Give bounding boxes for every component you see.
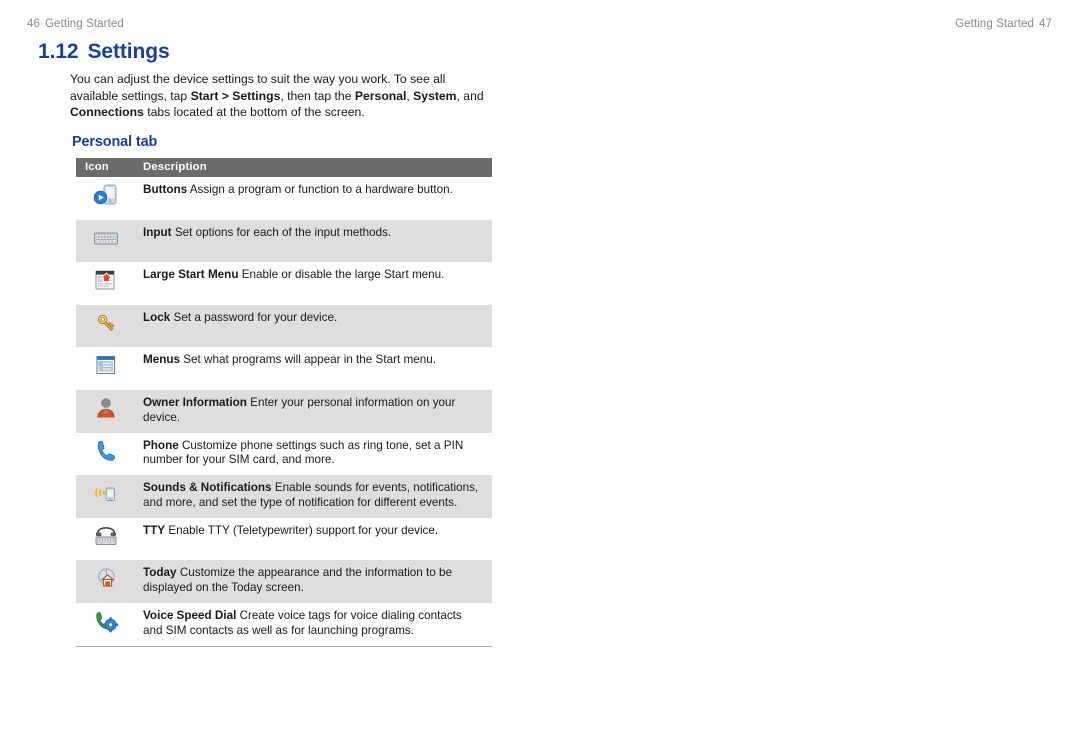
section-title: Settings bbox=[87, 40, 170, 63]
row-icon-cell bbox=[76, 475, 133, 518]
row-icon-cell bbox=[76, 560, 133, 603]
row-icon-cell bbox=[76, 347, 133, 390]
row-description-cell: Today Customize the appearance and the i… bbox=[133, 560, 492, 603]
phone-handset-icon bbox=[93, 438, 119, 464]
row-description-text: Set options for each of the input method… bbox=[174, 225, 392, 239]
row-description-text: Customize the appearance and the informa… bbox=[143, 566, 453, 594]
table-header-row: Icon Description bbox=[76, 158, 492, 177]
input-keyboard-icon bbox=[93, 225, 119, 251]
row-term: Owner Information bbox=[143, 395, 247, 409]
table-row: Owner Information Enter your personal in… bbox=[76, 389, 492, 433]
row-icon-cell bbox=[76, 177, 133, 220]
table-row: TTY Enable TTY (Teletypewriter) support … bbox=[76, 517, 492, 561]
row-icon-cell bbox=[76, 603, 133, 646]
row-description-text: Set a password for your device. bbox=[173, 310, 338, 324]
section-number: 1.12 bbox=[38, 40, 79, 63]
manual-page: 46 Getting Started Getting Started 47 1.12… bbox=[0, 0, 1080, 663]
running-head-right-text: Getting Started bbox=[955, 18, 1034, 30]
running-head-right: Getting Started 47 bbox=[955, 18, 1052, 30]
lock-key-icon bbox=[93, 310, 119, 336]
row-description-cell: Voice Speed Dial Create voice tags for v… bbox=[133, 603, 492, 646]
row-term: Voice Speed Dial bbox=[143, 608, 237, 622]
running-head-left-text: Getting Started bbox=[45, 18, 124, 30]
row-term: Buttons bbox=[143, 183, 188, 196]
owner-information-icon bbox=[93, 395, 119, 421]
table-row: Input Set options for each of the input … bbox=[76, 219, 492, 263]
buttons-icon bbox=[93, 182, 119, 208]
row-description-cell: TTY Enable TTY (Teletypewriter) support … bbox=[133, 518, 492, 561]
table-row: Menus Set what programs will appear in t… bbox=[76, 347, 492, 390]
running-head-left: 46 Getting Started bbox=[27, 18, 124, 30]
table-row: Lock Set a password for your device. bbox=[76, 304, 492, 348]
sounds-notifications-icon bbox=[93, 480, 119, 506]
row-icon-cell bbox=[76, 433, 133, 476]
row-description-cell: Input Set options for each of the input … bbox=[133, 220, 492, 263]
row-icon-cell bbox=[76, 305, 133, 348]
row-description-cell: Phone Customize phone settings such as r… bbox=[133, 433, 492, 476]
row-description-cell: Lock Set a password for your device. bbox=[133, 305, 492, 348]
row-description-text: Set what programs will appear in the Sta… bbox=[183, 353, 436, 367]
row-term: Phone bbox=[143, 438, 179, 452]
row-description-text: Enable or disable the large Start menu. bbox=[241, 268, 445, 282]
voice-speed-dial-icon bbox=[93, 608, 119, 634]
table-row: Phone Customize phone settings such as r… bbox=[76, 432, 492, 476]
row-description-cell: Large Start Menu Enable or disable the l… bbox=[133, 262, 492, 305]
table-bottom-rule bbox=[76, 645, 492, 647]
personal-tab-body: Buttons Assign a program or function to … bbox=[76, 177, 492, 647]
tty-icon bbox=[93, 523, 119, 549]
row-description-cell: Menus Set what programs will appear in t… bbox=[133, 347, 492, 390]
table-row: Voice Speed Dial Create voice tags for v… bbox=[76, 602, 492, 647]
row-icon-cell bbox=[76, 220, 133, 263]
personal-tab-table: Icon Description Buttons Assign a progra… bbox=[76, 158, 492, 647]
table-row: Large Start Menu Enable or disable the l… bbox=[76, 262, 492, 305]
table-row: Buttons Assign a program or function to … bbox=[76, 177, 492, 220]
row-term: Input bbox=[143, 225, 172, 239]
personal-tab-heading: Personal tab bbox=[72, 134, 158, 150]
row-icon-cell bbox=[76, 390, 133, 433]
row-term: Today bbox=[143, 566, 177, 580]
row-description-cell: Sounds & Notifications Enable sounds for… bbox=[133, 475, 492, 518]
row-term: Large Start Menu bbox=[143, 268, 239, 282]
column-header-description: Description bbox=[143, 161, 207, 173]
today-home-icon bbox=[93, 565, 119, 591]
row-icon-cell bbox=[76, 518, 133, 561]
table-row: Today Customize the appearance and the i… bbox=[76, 560, 492, 603]
menus-icon bbox=[93, 352, 119, 378]
row-term: Menus bbox=[143, 353, 181, 367]
section-heading: 1.12 Settings bbox=[38, 40, 170, 64]
row-term: TTY bbox=[143, 523, 166, 537]
row-description-cell: Owner Information Enter your personal in… bbox=[133, 390, 492, 433]
row-description-text: Customize phone settings such as ring to… bbox=[143, 438, 464, 467]
section-intro-paragraph: You can adjust the device settings to su… bbox=[70, 72, 484, 120]
row-description-text: Assign a program or function to a hardwa… bbox=[189, 183, 453, 196]
page-folio-left: 46 bbox=[27, 18, 40, 30]
row-icon-cell bbox=[76, 262, 133, 305]
page-folio-right: 47 bbox=[1039, 18, 1052, 30]
row-description-cell: Buttons Assign a program or function to … bbox=[133, 177, 492, 220]
row-description-text: Enable TTY (Teletypewriter) support for … bbox=[168, 523, 439, 537]
column-header-icon: Icon bbox=[85, 161, 109, 173]
table-row: Sounds & Notifications Enable sounds for… bbox=[76, 475, 492, 518]
large-start-menu-icon bbox=[93, 267, 119, 293]
row-term: Lock bbox=[143, 310, 171, 324]
row-term: Sounds & Notifications bbox=[143, 481, 272, 495]
